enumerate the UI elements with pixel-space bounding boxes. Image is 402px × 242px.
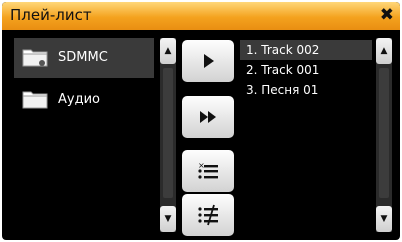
svg-text:×: × bbox=[198, 161, 205, 170]
sd-folder-icon bbox=[22, 49, 48, 67]
scroll-up-icon[interactable]: ▲ bbox=[160, 38, 176, 64]
sources-scrollbar[interactable]: ▲ ▼ bbox=[160, 38, 176, 232]
sources-list: SDMMC Аудио bbox=[14, 38, 154, 122]
scroll-up-icon[interactable]: ▲ bbox=[376, 38, 392, 64]
clear-playlist-button[interactable] bbox=[182, 194, 234, 236]
source-item-audio[interactable]: Аудио bbox=[14, 80, 154, 120]
track-item[interactable]: 3. Песня 01 bbox=[240, 80, 372, 100]
playlist-window: Плей-лист ✖ SDMMC Аудио ▲ ▼ × 1. Track 0… bbox=[2, 2, 400, 240]
play-icon bbox=[204, 54, 214, 68]
playlist: 1. Track 002 2. Track 001 3. Песня 01 bbox=[240, 40, 372, 100]
play-button[interactable] bbox=[182, 40, 234, 82]
source-item-sdmmc[interactable]: SDMMC bbox=[14, 38, 154, 78]
remove-list-icon: × bbox=[198, 161, 218, 179]
clear-list-icon bbox=[198, 204, 218, 226]
folder-icon bbox=[22, 91, 48, 109]
track-item[interactable]: 1. Track 002 bbox=[240, 40, 372, 60]
scroll-thumb[interactable] bbox=[163, 68, 173, 198]
playlist-scrollbar[interactable]: ▲ ▼ bbox=[376, 38, 392, 232]
close-icon[interactable]: ✖ bbox=[380, 5, 394, 25]
window-title: Плей-лист bbox=[10, 6, 92, 24]
remove-from-playlist-button[interactable]: × bbox=[182, 150, 234, 192]
source-label: SDMMC bbox=[58, 50, 108, 65]
scroll-down-icon[interactable]: ▼ bbox=[376, 206, 392, 232]
title-bar: Плей-лист ✖ bbox=[2, 2, 400, 30]
fast-forward-button[interactable] bbox=[182, 96, 234, 138]
fast-forward-icon bbox=[200, 111, 216, 123]
source-label: Аудио bbox=[58, 92, 100, 107]
scroll-thumb[interactable] bbox=[379, 68, 389, 198]
track-item[interactable]: 2. Track 001 bbox=[240, 60, 372, 80]
scroll-down-icon[interactable]: ▼ bbox=[160, 206, 176, 232]
